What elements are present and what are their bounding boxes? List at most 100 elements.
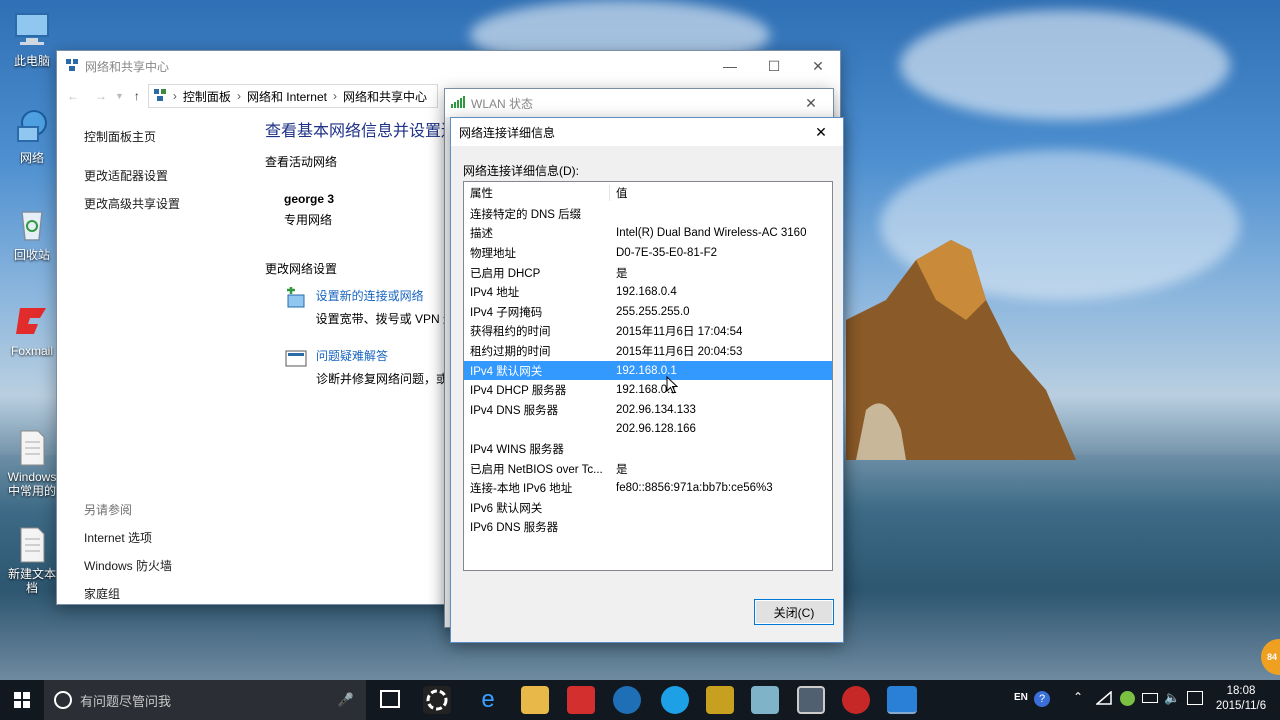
foxmail-icon [12, 302, 52, 342]
chevron-up-icon[interactable]: ⌃ [1073, 690, 1083, 704]
network-name: george 3 [284, 192, 335, 206]
details-row[interactable]: 物理地址 D0-7E-35-E0-81-F2 [464, 243, 832, 263]
details-row[interactable]: 连接特定的 DNS 后缀 [464, 204, 832, 224]
edge-browser-icon[interactable]: e [474, 686, 502, 714]
details-row[interactable]: 租约过期的时间 2015年11月6日 20:04:53 [464, 341, 832, 361]
task-troubleshoot[interactable]: 问题疑难解答 诊断并修复网络问题，或 [284, 347, 455, 387]
details-row[interactable]: IPv4 DNS 服务器 202.96.134.133 [464, 400, 832, 420]
record-app-icon[interactable] [842, 686, 870, 714]
minimize-button[interactable]: — [708, 51, 752, 81]
chevron-down-icon[interactable]: ▼ [115, 91, 124, 101]
breadcrumb-item[interactable]: 网络和 Internet [247, 88, 327, 105]
details-property: 连接-本地 IPv6 地址 [470, 483, 573, 496]
details-property: IPv4 DHCP 服务器 [470, 385, 567, 398]
details-property: 连接特定的 DNS 后缀 [470, 208, 582, 221]
task-new-connection[interactable]: 设置新的连接或网络 设置宽带、拨号或 VPN 连 [284, 287, 455, 327]
window-title: 网络连接详细信息 [459, 125, 556, 140]
text-file-icon [12, 511, 52, 563]
window-title: 网络和共享中心 [85, 59, 170, 74]
volume-icon[interactable]: 🔈 [1164, 690, 1180, 706]
browser-app-icon[interactable] [613, 686, 641, 714]
see-also-homegroup[interactable]: 家庭组 [84, 585, 172, 602]
desktop-icon-textfile[interactable]: 新建文本 档 [4, 497, 60, 595]
microphone-icon[interactable]: 🎤 [338, 692, 354, 708]
task-title[interactable]: 设置新的连接或网络 [316, 287, 455, 304]
nav-control-panel-home[interactable]: 控制面板主页 [84, 128, 180, 145]
desktop-icon-foxmail[interactable]: Foxmail [4, 302, 60, 358]
see-also-internet-options[interactable]: Internet 选项 [84, 529, 172, 546]
window-title: WLAN 状态 [471, 96, 534, 111]
wifi-tray-icon[interactable] [1094, 690, 1112, 708]
see-also-firewall[interactable]: Windows 防火墙 [84, 557, 172, 574]
desktop-icon-doc[interactable]: Windows 中常用的 [4, 400, 60, 498]
close-button[interactable]: ✕ [799, 118, 843, 146]
breadcrumb-separator: › [236, 89, 241, 103]
details-row[interactable]: 202.96.128.166 [464, 420, 832, 440]
breadcrumb-item[interactable]: 控制面板 [183, 88, 231, 105]
breadcrumb-separator: › [172, 89, 177, 103]
desktop-icon-network[interactable]: 网络 [4, 107, 60, 166]
maximize-button[interactable]: ☐ [752, 51, 796, 81]
file-explorer-icon[interactable] [521, 686, 549, 714]
details-property: IPv4 地址 [470, 287, 520, 300]
tool-app-icon[interactable] [751, 686, 779, 714]
nav-change-adapter[interactable]: 更改适配器设置 [84, 167, 180, 184]
back-arrow-icon[interactable]: ← [67, 89, 79, 103]
up-arrow-icon[interactable]: ↑ [134, 89, 140, 103]
security-tray-icon[interactable] [1120, 691, 1135, 706]
details-row[interactable]: 已启用 NetBIOS over Tc... 是 [464, 459, 832, 479]
network-center-titlebar[interactable]: 网络和共享中心 — ☐ ✕ [57, 51, 840, 81]
desktop-icon-computer[interactable]: 此电脑 [4, 10, 60, 69]
task-view-icon[interactable] [380, 690, 400, 708]
close-button[interactable]: ✕ [796, 51, 840, 81]
details-property: IPv4 WINS 服务器 [470, 443, 564, 456]
close-button[interactable]: ✕ [789, 89, 833, 117]
details-row[interactable]: 已启用 DHCP 是 [464, 263, 832, 283]
wlan-status-titlebar[interactable]: WLAN 状态 ✕ [445, 89, 833, 117]
details-row[interactable]: IPv4 子网掩码 255.255.255.0 [464, 302, 832, 322]
details-titlebar[interactable]: 网络连接详细信息 ✕ [451, 118, 843, 146]
clock[interactable]: 18:08 2015/11/6 [1212, 684, 1270, 714]
desktop-icon-recycle[interactable]: 回收站 [4, 204, 60, 263]
windows-start-icon[interactable] [14, 692, 30, 711]
breadcrumb[interactable]: › 控制面板 › 网络和 Internet › 网络和共享中心 [147, 84, 438, 108]
message-icon[interactable] [1187, 691, 1203, 705]
details-value: Intel(R) Dual Band Wireless-AC 3160 [616, 227, 807, 240]
details-row[interactable]: IPv6 默认网关 [464, 498, 832, 518]
column-header-value[interactable]: 值 [610, 185, 628, 201]
close-dialog-button[interactable]: 关闭(C) [754, 599, 834, 625]
details-row[interactable]: 连接-本地 IPv6 地址 fe80::8856:971a:bb7b:ce56%3 [464, 478, 832, 498]
notes-app-icon[interactable] [706, 686, 734, 714]
pinwheel-app-icon[interactable] [423, 686, 451, 714]
see-also-title: 另请参阅 [84, 503, 133, 517]
task-title[interactable]: 问题疑难解答 [316, 347, 448, 364]
details-value: fe80::8856:971a:bb7b:ce56%3 [616, 482, 773, 495]
wallpaper-cloud [900, 10, 1230, 120]
cortana-search-box[interactable]: 有问题尽管问我 🎤 [44, 680, 366, 720]
details-row[interactable]: IPv6 DNS 服务器 [464, 518, 832, 538]
battery-icon[interactable] [1142, 693, 1158, 703]
breadcrumb-item[interactable]: 网络和共享中心 [343, 88, 427, 105]
video-app-icon[interactable] [797, 686, 825, 714]
input-language[interactable]: EN [1014, 692, 1028, 703]
help-icon[interactable]: ? [1034, 691, 1050, 707]
details-row[interactable]: IPv4 DHCP 服务器 192.168.0.1 [464, 380, 832, 400]
forward-arrow-icon[interactable]: → [95, 89, 107, 103]
skype-icon[interactable] [661, 686, 689, 714]
network-center-taskbar-icon[interactable] [887, 686, 917, 714]
column-header-property[interactable]: 属性 [464, 185, 610, 201]
details-row[interactable]: IPv4 地址 192.168.0.4 [464, 282, 832, 302]
nav-advanced-sharing[interactable]: 更改高级共享设置 [84, 195, 180, 212]
foxmail-taskbar-icon[interactable] [567, 686, 595, 714]
details-row[interactable]: IPv4 WINS 服务器 [464, 439, 832, 459]
details-row[interactable]: 获得租约的时间 2015年11月6日 17:04:54 [464, 322, 832, 342]
computer-icon [12, 10, 52, 50]
details-value: 202.96.134.133 [616, 403, 696, 416]
breadcrumb-separator: › [332, 89, 337, 103]
taskbar: 有问题尽管问我 🎤 e EN ? ⌃ 🔈 18:08 2015/11/6 [0, 680, 1280, 720]
left-nav: 控制面板主页 更改适配器设置 更改高级共享设置 [84, 128, 180, 223]
document-icon [12, 414, 52, 466]
details-row[interactable]: IPv4 默认网关 192.168.0.1 [464, 360, 832, 381]
details-list[interactable]: 属性 值 连接特定的 DNS 后缀描述 Intel(R) Dual Band Wi… [463, 181, 833, 571]
details-row[interactable]: 描述 Intel(R) Dual Band Wireless-AC 3160 [464, 224, 832, 244]
